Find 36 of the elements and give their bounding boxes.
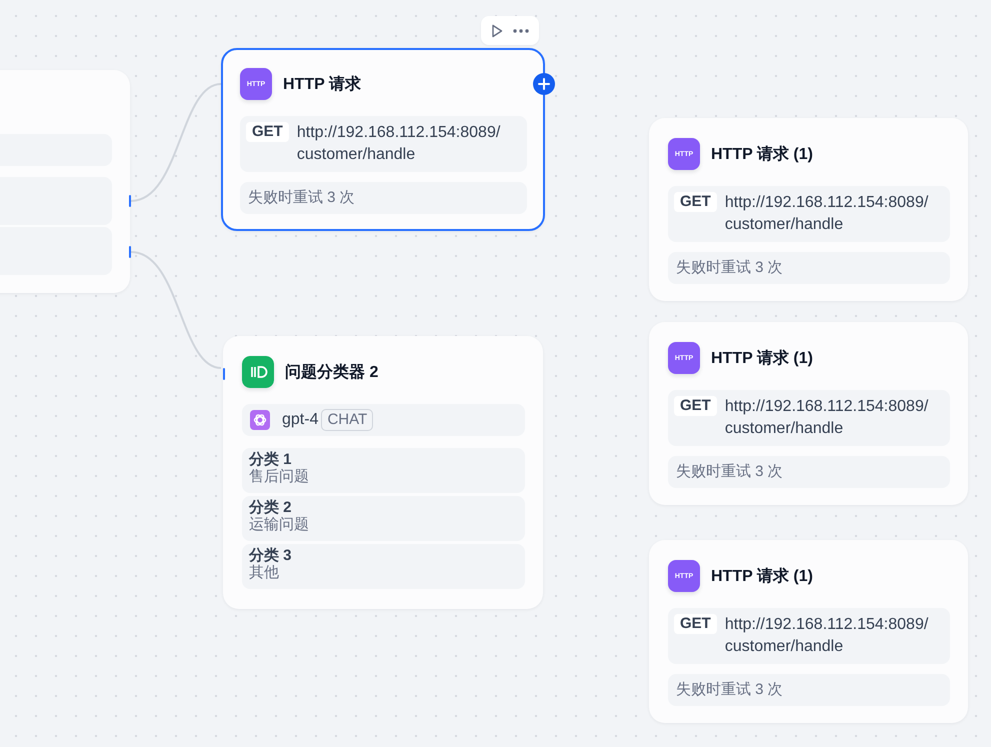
request-url: http://192.168.112.154:8089/ customer/handle	[724, 615, 928, 657]
class-title: 分类 2	[249, 499, 293, 516]
request-url: http://192.168.112.154:8089/ customer/handle	[724, 193, 928, 235]
classifier-icon	[242, 356, 274, 388]
node-card[interactable]: 问题分类器 2 gpt-4 CHAT 分类 1 售后问题 分类 2 运输问题 分类 3 其他	[223, 336, 543, 609]
class-description: 其他	[249, 564, 280, 581]
request-url: http://192.168.112.154:8089/ customer/handle	[296, 123, 500, 165]
method-badge: GET	[674, 192, 717, 212]
retry-info: 失败时重试 3 次	[668, 456, 950, 488]
retry-info: 失败时重试 3 次	[240, 182, 527, 214]
node-title: HTTP 请求	[283, 74, 361, 94]
node-card[interactable]	[0, 70, 130, 293]
retry-info: 失败时重试 3 次	[668, 252, 950, 284]
port-handle[interactable]	[221, 80, 223, 92]
class-title: 分类 1	[249, 451, 293, 468]
method-badge: GET	[674, 614, 717, 634]
model-name: gpt-4	[282, 411, 318, 429]
class-description: 售后问题	[249, 468, 310, 485]
method-badge: GET	[246, 122, 289, 142]
node-title: HTTP 请求 (1)	[711, 348, 813, 368]
port-handle[interactable]	[129, 246, 131, 258]
model-icon	[250, 410, 270, 430]
more-icon[interactable]	[513, 28, 529, 32]
node-title: HTTP 请求 (1)	[711, 566, 813, 586]
port-handle[interactable]	[223, 368, 225, 380]
node-title: 问题分类器 2	[285, 362, 378, 382]
play-icon[interactable]	[491, 24, 503, 38]
request-url: http://192.168.112.154:8089/ customer/handle	[724, 397, 928, 439]
add-icon[interactable]	[533, 73, 555, 95]
class-title: 分类 3	[249, 547, 293, 564]
model-tag: CHAT	[321, 409, 374, 431]
method-badge: GET	[674, 396, 717, 416]
port-handle[interactable]	[129, 195, 131, 207]
retry-info: 失败时重试 3 次	[668, 674, 950, 706]
class-description: 运输问题	[249, 516, 310, 533]
node-title: HTTP 请求 (1)	[711, 144, 813, 164]
